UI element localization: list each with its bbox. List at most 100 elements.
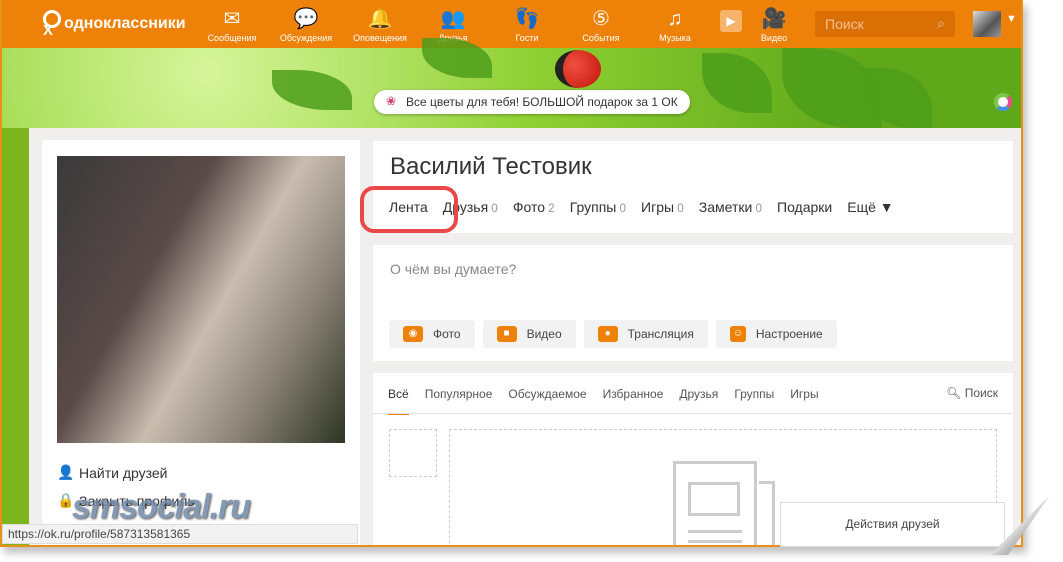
feed-search-button[interactable]: 🔍︎ Поиск [946,386,998,400]
ladybug-icon [555,50,601,88]
envelope-icon: ✉ [223,8,241,30]
bell-icon: 🔔 [367,8,393,30]
filter-friends[interactable]: Друзья [679,387,718,415]
filter-groups[interactable]: Группы [734,387,774,415]
tab-label: Игры [641,199,675,215]
feed-search-label: Поиск [964,386,998,400]
placeholder-avatar [389,429,437,477]
play-button[interactable]: ▶ [720,10,742,32]
video-button[interactable]: ■ Видео [482,320,576,348]
search-placeholder: Поиск [825,16,864,32]
nav-discussions[interactable]: 💬 Обсуждения [276,5,336,43]
smiley-icon: ☺ [729,326,746,342]
button-label: Фото [433,327,461,341]
feed-filters: Всё Популярное Обсуждаемое Избранное Дру… [388,387,819,415]
divider [373,413,1013,414]
filter-games[interactable]: Игры [790,387,818,415]
tab-label: Фото [512,199,546,215]
empty-feed-icon [673,461,757,545]
top-header: одноклассники ✉ Сообщения 💬 Обсуждения 🔔 Оп… [2,0,1021,48]
nav-label: Видео [760,33,788,43]
camera-icon: ◉ [403,326,423,342]
tab-count: 0 [677,201,684,215]
find-friends-link[interactable]: 👤 Найти друзей [57,464,168,481]
empty-feed-icon-back [759,481,775,545]
video-icon: 🎥 [761,8,787,30]
nav-notifications[interactable]: 🔔 Оповещения [350,5,410,43]
tab-count: 0 [491,201,498,215]
status-bar-url: https://ok.ru/profile/587313581365 [2,524,358,544]
tab-count: 2 [548,201,555,215]
ok-logo[interactable]: одноклассники [40,10,186,39]
broadcast-icon: ● [597,326,618,342]
tab-notes[interactable]: Заметки 0 [699,199,762,215]
filter-favorites[interactable]: Избранное [603,387,664,415]
cover-settings-icon[interactable] [994,93,1012,111]
nav-label: События [582,33,620,43]
profile-name: Василий Тестовик [390,153,592,180]
profile-cover [2,38,1021,128]
tab-count: 0 [619,201,627,215]
tab-count: 0 [755,201,762,215]
nav-music[interactable]: ♫ Музыка [645,5,705,43]
nav-messages[interactable]: ✉ Сообщения [202,5,262,43]
profile-photo[interactable] [57,156,345,443]
play-icon: ▶ [726,14,736,28]
gift-promo-button[interactable]: ❀ Все цветы для тебя! БОЛЬШОЙ подарок за … [374,90,690,114]
profile-tabs: Лента Друзья 0 Фото 2 Группы 0 Игры 0 Заметк… [389,199,894,215]
tab-photos[interactable]: Фото 2 [513,199,555,215]
tab-games[interactable]: Игры 0 [641,199,684,215]
nav-label: Музыка [659,33,691,43]
ok-logo-icon [40,10,61,39]
tab-groups[interactable]: Группы 0 [570,199,626,215]
filter-all[interactable]: Всё [388,387,409,415]
leaf-decoration [272,70,352,110]
tab-label: Подарки [777,199,833,215]
tab-gifts[interactable]: Подарки [777,199,832,215]
nav-guests[interactable]: 👣 Гости [497,5,557,43]
button-label: Настроение [755,327,823,341]
search-input[interactable]: Поиск ⌕ [815,11,955,37]
button-label: Видео [526,327,562,341]
nav-label: Оповещения [353,33,407,43]
highlight-annotation [360,186,458,233]
filter-discussed[interactable]: Обсуждаемое [508,387,586,415]
broadcast-button[interactable]: ● Трансляция [583,320,708,348]
events-icon: ⑤ [592,8,610,30]
filter-popular[interactable]: Популярное [425,387,493,415]
nav-label: Обсуждения [279,33,333,43]
profile-header: Василий Тестовик Лента Друзья 0 Фото 2 Гру… [373,141,1013,233]
promo-text: Все цветы для тебя! БОЛЬШОЙ подарок за 1… [406,95,678,109]
friends-actions-panel[interactable]: Действия друзей [780,502,1005,547]
search-icon[interactable]: ⌕ [937,15,945,32]
post-composer: О чём вы думаете? ◉ Фото ■ Видео ● Трансляц… [373,245,1013,361]
nav-label: Гости [515,33,539,43]
user-avatar[interactable] [973,11,1001,37]
video-camera-icon: ■ [496,326,517,342]
button-label: Трансляция [627,327,694,341]
tab-label: Заметки [698,199,753,215]
photo-button[interactable]: ◉ Фото [389,320,475,348]
flower-icon: ❀ [386,94,397,108]
person-icon: 👤 [57,464,75,480]
nav-label: Сообщения [207,33,257,43]
browser-viewport: одноклассники ✉ Сообщения 💬 Обсуждения 🔔 Оп… [0,0,1023,547]
tab-label: Ещё ▼ [847,199,894,215]
footprints-icon: 👣 [514,8,540,30]
nav-video[interactable]: 🎥 Видео [744,5,804,43]
profile-sidebar: 👤 Найти друзей 🔒 Закрыть профиль [42,140,360,545]
post-input[interactable]: О чём вы думаете? [390,261,516,277]
logo-text: одноклассники [64,15,186,32]
friends-icon: 👥 [440,8,466,30]
chat-icon: 💬 [293,8,319,30]
watermark: smsocial.ru [72,488,251,526]
link-label: Найти друзей [79,464,168,481]
music-icon: ♫ [667,8,683,30]
nav-events[interactable]: ⑤ События [571,5,631,43]
chevron-down-icon[interactable]: ▼ [1006,13,1017,25]
lock-icon: 🔒 [57,492,75,508]
main-content: 👤 Найти друзей 🔒 Закрыть профиль Василий Т… [29,128,1021,545]
mood-button[interactable]: ☺ Настроение [715,320,837,348]
tab-more[interactable]: Ещё ▼ [847,199,893,215]
tab-label: Группы [569,199,617,215]
